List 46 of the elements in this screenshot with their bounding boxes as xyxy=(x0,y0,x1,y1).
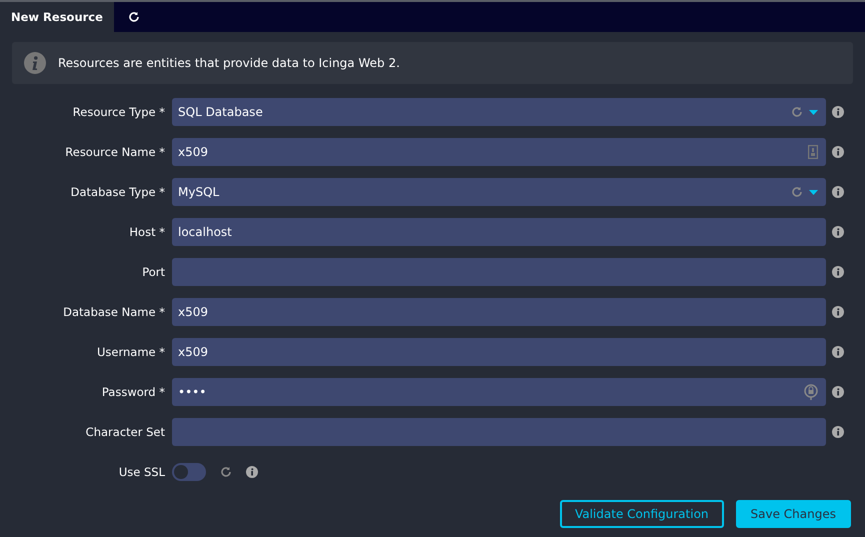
notice-text: Resources are entities that provide data to Icinga Web 2. xyxy=(58,56,400,70)
field-label: Database Type * xyxy=(70,185,166,199)
field-label: Resource Type * xyxy=(72,105,166,119)
input-field[interactable]: x509 xyxy=(172,338,826,366)
field-label: Port xyxy=(141,265,166,279)
input-field[interactable] xyxy=(172,258,826,286)
info-icon[interactable] xyxy=(832,266,844,278)
field-value: x509 xyxy=(178,345,208,359)
info-icon[interactable] xyxy=(832,226,844,238)
field-label: Database Name * xyxy=(62,305,166,319)
save-button[interactable]: Save Changes xyxy=(736,500,851,528)
field-label: Host * xyxy=(128,225,166,239)
field-value: •••• xyxy=(178,385,206,399)
info-icon[interactable] xyxy=(832,306,844,318)
info-icon[interactable] xyxy=(832,346,844,358)
select-field[interactable]: SQL Database xyxy=(172,98,826,126)
field-label: Character Set xyxy=(84,425,166,439)
field-label: Password * xyxy=(100,385,166,399)
info-icon[interactable] xyxy=(246,466,258,478)
input-field[interactable] xyxy=(172,418,826,446)
field-value: localhost xyxy=(178,225,232,239)
input-field[interactable]: x509 xyxy=(172,138,826,166)
field-value: x509 xyxy=(178,305,208,319)
info-icon xyxy=(24,52,46,74)
field-label: Resource Name * xyxy=(64,145,166,159)
field-label: Username * xyxy=(96,345,166,359)
caret-icon[interactable] xyxy=(809,110,818,114)
info-icon[interactable] xyxy=(832,146,844,158)
lock-icon[interactable] xyxy=(804,384,818,400)
input-field[interactable]: x509 xyxy=(172,298,826,326)
field-value: SQL Database xyxy=(178,105,263,119)
info-icon[interactable] xyxy=(832,426,844,438)
card-icon xyxy=(808,145,818,159)
select-field[interactable]: MySQL xyxy=(172,178,826,206)
input-field[interactable]: •••• xyxy=(172,378,826,406)
input-field[interactable]: localhost xyxy=(172,218,826,246)
validate-button[interactable]: Validate Configuration xyxy=(560,500,724,528)
tab[interactable]: New Resource xyxy=(0,2,114,32)
info-icon[interactable] xyxy=(832,386,844,398)
ssl-toggle[interactable] xyxy=(172,463,206,481)
info-icon[interactable] xyxy=(832,106,844,118)
field-label: Use SSL xyxy=(118,465,166,479)
field-value: MySQL xyxy=(178,185,220,199)
caret-icon[interactable] xyxy=(809,190,818,194)
field-value: x509 xyxy=(178,145,208,159)
info-icon[interactable] xyxy=(832,186,844,198)
